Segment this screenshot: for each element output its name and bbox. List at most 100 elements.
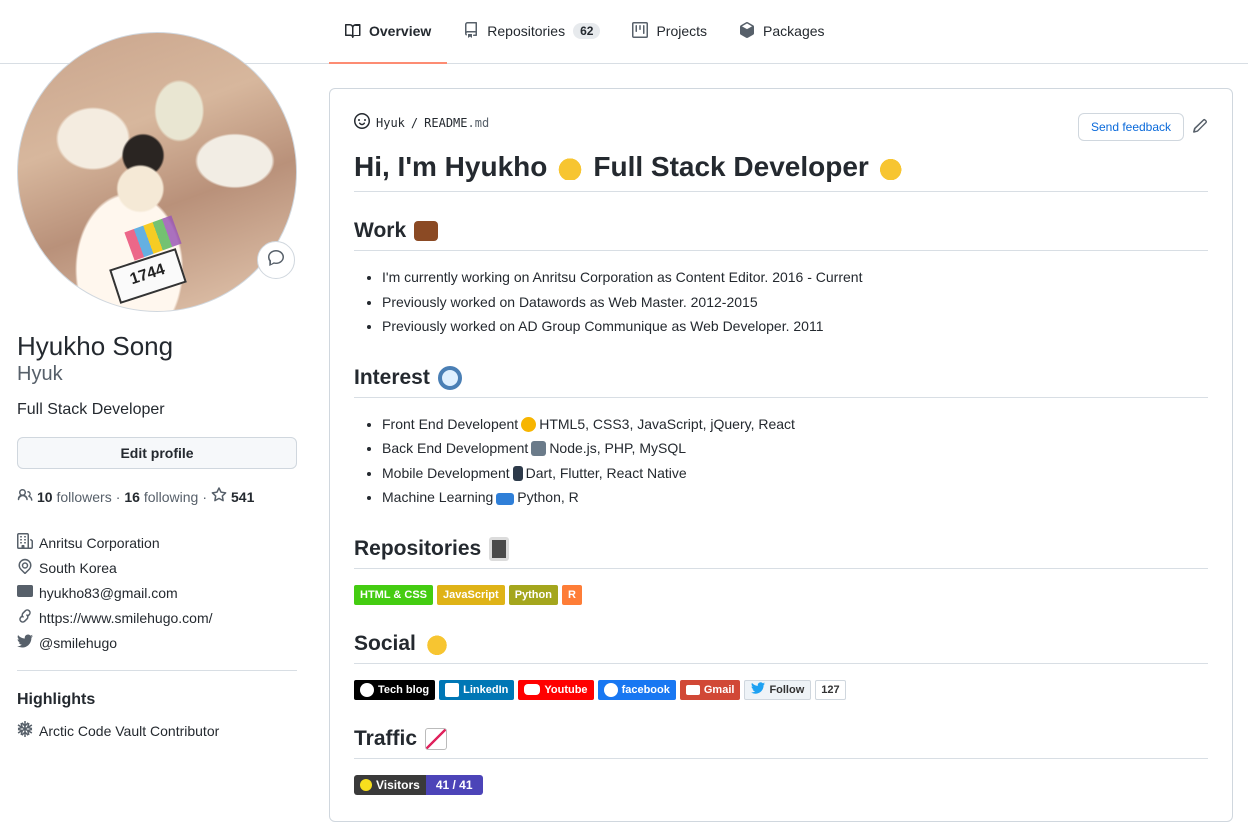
list-item: I'm currently working on Anritsu Corpora… [382, 265, 1208, 290]
tab-label: Overview [369, 23, 432, 39]
organization-icon [17, 533, 33, 552]
tab-overview[interactable]: Overview [329, 0, 448, 64]
avatar[interactable]: 1744 [17, 32, 297, 312]
social-heading: Social [354, 629, 1208, 664]
followers-link[interactable]: 10 followers [37, 489, 112, 505]
mail-icon [17, 583, 33, 602]
comment-icon [267, 249, 284, 271]
social-badge-facebook[interactable]: facebook [597, 679, 676, 700]
avatar-race-bib: 1744 [109, 248, 187, 304]
magnifying-glass-icon [437, 365, 462, 390]
repositories-title: Repositories [354, 536, 482, 560]
path-separator: / [410, 115, 419, 130]
project-icon [632, 21, 649, 41]
twitter-follower-count: 127 [815, 679, 846, 700]
gmail-icon [685, 684, 700, 695]
social-badges: Tech blog LinkedIn Youtube facebook Gmai… [354, 679, 1208, 700]
snowflake-icon [17, 721, 33, 740]
list-item: Back End Development Node.js, PHP, MySQL [382, 436, 1208, 461]
repo-count-badge: 62 [573, 23, 601, 39]
detail-twitter[interactable]: @smilehugo [17, 630, 297, 655]
list-item: Previously worked on Datawords as Web Ma… [382, 290, 1208, 315]
interest-list: Front End Developent HTML5, CSS3, JavaScr… [354, 412, 1208, 510]
chart-increasing-icon [425, 727, 448, 750]
floppy-disk-icon [531, 441, 547, 456]
palette-icon [521, 416, 537, 432]
twitter-follow-badge[interactable]: Follow 127 [744, 679, 846, 700]
nodejs-icon [360, 778, 372, 791]
social-badge-gmail[interactable]: Gmail [679, 679, 741, 700]
heading-role: Full Stack Developer [593, 151, 869, 182]
interest-skills: Node.js, PHP, MySQL [549, 440, 686, 456]
profile-sidebar: 1744 Hyukho Song Hyuk Full Stack Develop… [17, 32, 297, 740]
sidebar-divider [17, 670, 297, 671]
highlight-item[interactable]: Arctic Code Vault Contributor [17, 721, 297, 740]
repo-badge-html-css[interactable]: HTML & CSS [354, 584, 434, 605]
social-badge-youtube[interactable]: Youtube [518, 679, 594, 700]
tab-label: Packages [763, 23, 825, 39]
repositories-heading: Repositories [354, 534, 1208, 569]
repo-badge-python[interactable]: Python [508, 584, 558, 605]
list-item: Machine Learning Python, R [382, 485, 1208, 510]
twitter-icon [751, 681, 766, 698]
twitter-follow-button[interactable]: Follow [744, 679, 812, 700]
interest-area: Mobile Development [382, 464, 510, 481]
traffic-title: Traffic [354, 726, 418, 750]
tab-packages[interactable]: Packages [723, 0, 840, 62]
notebook-icon [489, 536, 510, 561]
interest-area: Back End Development [382, 440, 529, 456]
pencil-icon [1192, 118, 1208, 138]
mobile-phone-icon [512, 465, 523, 481]
badge-label: LinkedIn [463, 683, 509, 696]
linkedin-icon [445, 682, 460, 697]
list-item: Front End Developent HTML5, CSS3, JavaScr… [382, 412, 1208, 437]
traffic-badges: Visitors 41 / 41 [354, 774, 1208, 795]
badge-label: Gmail [703, 683, 735, 696]
path-extension: .md [467, 115, 490, 130]
twitter-link[interactable]: @smilehugo [39, 635, 117, 651]
badge-label: Youtube [544, 683, 588, 696]
detail-email[interactable]: hyukho83@gmail.com [17, 580, 297, 605]
raising-hands-icon [423, 630, 450, 657]
readme-path: Hyuk / README.md [354, 113, 489, 132]
briefcase-icon [414, 221, 439, 241]
github-icon [360, 682, 374, 697]
edit-readme-button[interactable] [1192, 118, 1208, 134]
set-status-button[interactable] [257, 241, 295, 279]
website-link[interactable]: https://www.smilehugo.com/ [39, 610, 213, 626]
tab-repositories[interactable]: Repositories 62 [447, 0, 616, 62]
repository-badges: HTML & CSS JavaScript Python R [354, 584, 1208, 605]
work-list: I'm currently working on Anritsu Corpora… [354, 265, 1208, 339]
separator-dot: · [115, 488, 121, 505]
email-link[interactable]: hyukho83@gmail.com [39, 585, 178, 601]
smiley-icon [354, 113, 370, 132]
visitors-badge: Visitors 41 / 41 [354, 774, 483, 795]
car-icon [496, 493, 515, 505]
edit-profile-button[interactable]: Edit profile [17, 437, 297, 469]
followers-count: 10 [37, 488, 53, 505]
tab-projects[interactable]: Projects [616, 0, 723, 62]
path-user[interactable]: Hyuk [376, 116, 405, 130]
social-badge-linkedin[interactable]: LinkedIn [439, 679, 515, 700]
readme-card: Hyuk / README.md Send feedback Hi, I'm H… [329, 88, 1233, 822]
highlights-title: Highlights [17, 691, 96, 708]
stars-link[interactable]: 541 [211, 487, 254, 506]
following-count: 16 [124, 488, 140, 505]
thumbs-up-icon [878, 154, 905, 180]
repo-badge-r[interactable]: R [561, 584, 582, 605]
send-feedback-button[interactable]: Send feedback [1078, 113, 1184, 141]
following-label: following [143, 488, 199, 505]
detail-website[interactable]: https://www.smilehugo.com/ [17, 605, 297, 630]
work-title: Work [354, 219, 407, 242]
interest-area: Machine Learning [382, 489, 494, 505]
detail-company: Anritsu Corporation [17, 530, 297, 555]
repo-badge-javascript[interactable]: JavaScript [437, 584, 505, 605]
profile-bio: Full Stack Developer [17, 401, 165, 418]
facebook-icon [603, 682, 618, 697]
social-badge-tech-blog[interactable]: Tech blog [354, 679, 436, 700]
location-icon [17, 558, 33, 577]
readme-content: Hi, I'm Hyukho Full Stack Developer Work… [354, 147, 1208, 795]
interest-skills: Python, R [517, 489, 579, 505]
company-name: Anritsu Corporation [39, 534, 160, 551]
following-link[interactable]: 16 following [124, 489, 198, 505]
